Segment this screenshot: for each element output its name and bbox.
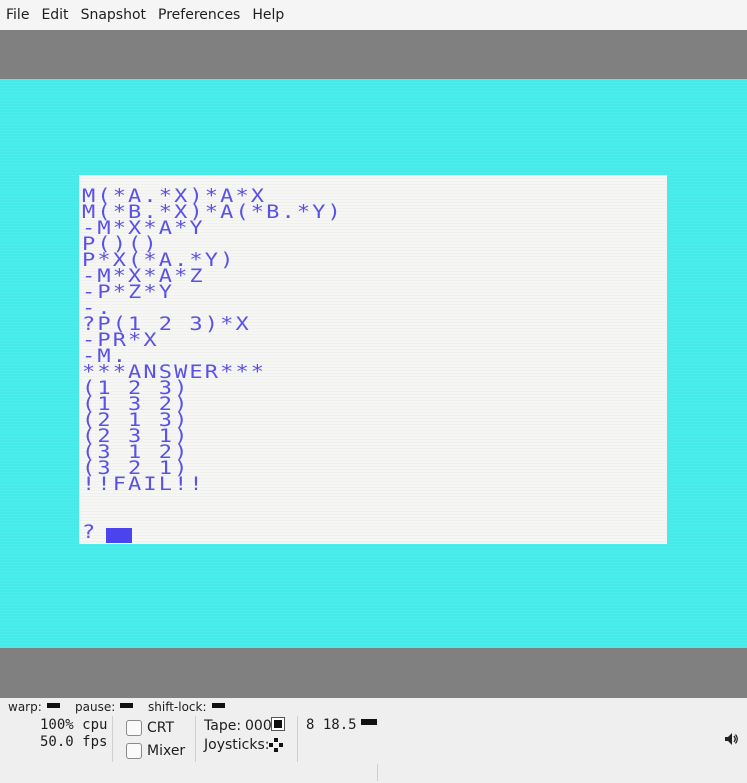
status-bar: warp: pause: shift-lock: 100% cpu 50.0 f… bbox=[0, 698, 747, 783]
cpu-usage: 100% cpu bbox=[40, 717, 108, 733]
divider bbox=[195, 716, 196, 762]
screen-line: !!FAIL!! bbox=[82, 473, 205, 495]
crt-label: CRT bbox=[147, 720, 175, 736]
menu-edit[interactable]: Edit bbox=[35, 0, 74, 30]
mixer-label: Mixer bbox=[147, 743, 186, 759]
divider bbox=[112, 716, 113, 762]
tape-label: Tape: bbox=[204, 718, 242, 734]
joystick-icon[interactable] bbox=[268, 737, 286, 753]
pause-led bbox=[120, 703, 134, 708]
divider bbox=[377, 764, 378, 781]
mixer-checkbox[interactable] bbox=[126, 743, 142, 759]
menu-help[interactable]: Help bbox=[246, 0, 290, 30]
divider bbox=[297, 716, 298, 762]
shift-lock-indicator: shift-lock: bbox=[148, 699, 225, 715]
screen-prompt: ? bbox=[82, 521, 98, 543]
drive-led bbox=[361, 719, 377, 725]
drive-status: 8 18.5 bbox=[306, 717, 357, 733]
pause-indicator: pause: bbox=[75, 699, 134, 715]
warp-led bbox=[46, 703, 60, 708]
shift-lock-label: shift-lock: bbox=[148, 700, 207, 714]
menu-file[interactable]: File bbox=[0, 0, 35, 30]
pause-label: pause: bbox=[75, 700, 116, 714]
menu-bar: File Edit Snapshot Preferences Help bbox=[0, 0, 747, 30]
stop-icon bbox=[274, 720, 282, 728]
crt-checkbox[interactable] bbox=[126, 720, 142, 736]
tape-counter: 000 bbox=[245, 718, 272, 734]
joysticks-label: Joysticks: bbox=[204, 737, 270, 753]
warp-indicator: warp: bbox=[8, 699, 60, 715]
warp-label: warp: bbox=[8, 700, 42, 714]
fps-readout: 50.0 fps bbox=[40, 734, 108, 750]
tape-control-button[interactable] bbox=[271, 717, 285, 731]
menu-preferences[interactable]: Preferences bbox=[152, 0, 246, 30]
menu-snapshot[interactable]: Snapshot bbox=[75, 0, 152, 30]
speaker-icon[interactable] bbox=[724, 732, 738, 746]
shift-lock-led bbox=[211, 703, 225, 708]
text-cursor bbox=[106, 528, 132, 543]
